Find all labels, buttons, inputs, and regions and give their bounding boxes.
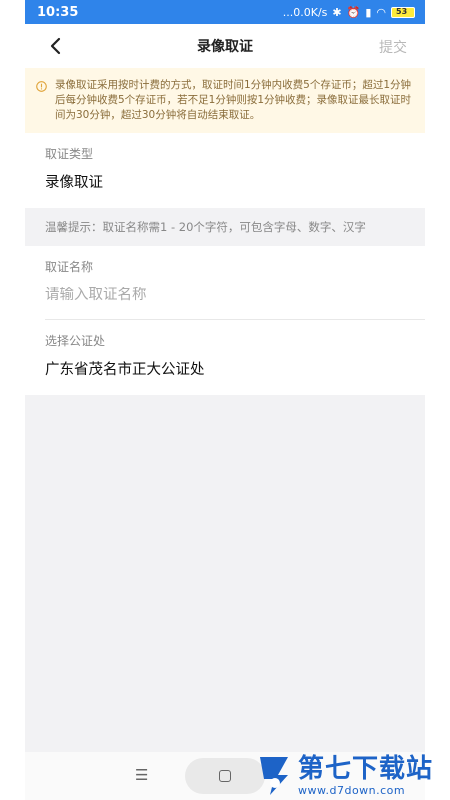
status-time: 10:35 xyxy=(37,4,79,20)
type-label: 取证类型 xyxy=(45,147,94,161)
notary-field[interactable]: 选择公证处 广东省茂名市正大公证处 xyxy=(25,320,425,395)
watermark-text: 第七下载站 www.d7down.com xyxy=(298,756,433,796)
name-field: 取证名称 xyxy=(25,246,425,319)
battery-level: 53 xyxy=(396,6,408,16)
status-icons: ...0.0K/s ✱ ⏰ ▮ ◠ 53 xyxy=(283,6,415,19)
network-speed: ...0.0K/s xyxy=(282,5,328,19)
name-tip: 温馨提示：取证名称需1 - 20个字符，可包含字母、数字、汉字 xyxy=(45,220,366,234)
home-icon xyxy=(219,770,231,782)
signal-icon: ▮ xyxy=(365,5,372,19)
alarm-icon: ⏰ xyxy=(346,5,361,19)
type-section: 取证类型 录像取证 xyxy=(25,133,425,208)
notary-label: 选择公证处 xyxy=(45,334,106,348)
wifi-icon: ◠ xyxy=(376,5,386,19)
chevron-left-icon xyxy=(50,37,61,55)
name-input[interactable] xyxy=(45,287,405,303)
type-value: 录像取证 xyxy=(45,175,103,191)
info-icon xyxy=(36,81,47,92)
notice-text: 录像取证采用按时计费的方式，取证时间1分钟内收费5个存证币；超过1分钟后每分钟收… xyxy=(55,79,412,121)
watermark-url: www.d7down.com xyxy=(298,784,406,797)
app-container: 录像取证 提交 录像取证采用按时计费的方式，取证时间1分钟内收费5个存证币；超过… xyxy=(25,24,425,752)
page-title: 录像取证 xyxy=(197,39,253,55)
details-section: 取证名称 选择公证处 广东省茂名市正大公证处 xyxy=(25,246,425,395)
name-label: 取证名称 xyxy=(45,260,94,274)
watermark: 第七下载站 www.d7down.com xyxy=(258,752,448,800)
submit-button[interactable]: 提交 xyxy=(379,37,407,57)
screen: 10:35 ...0.0K/s ✱ ⏰ ▮ ◠ 53 录像取证 提交 录像取证采… xyxy=(0,0,450,800)
battery-icon: 53 xyxy=(391,6,415,18)
watermark-logo-icon xyxy=(260,757,288,795)
status-bar: 10:35 ...0.0K/s ✱ ⏰ ▮ ◠ 53 xyxy=(25,0,425,24)
nav-bar: 录像取证 提交 xyxy=(25,24,425,68)
notice-banner: 录像取证采用按时计费的方式，取证时间1分钟内收费5个存证币；超过1分钟后每分钟收… xyxy=(25,68,425,133)
type-field: 取证类型 录像取证 xyxy=(25,133,425,208)
menu-icon[interactable]: ☰ xyxy=(135,766,148,784)
back-button[interactable] xyxy=(43,34,67,58)
watermark-title: 第七下载站 xyxy=(298,754,434,784)
home-button[interactable] xyxy=(185,758,265,794)
notary-value: 广东省茂名市正大公证处 xyxy=(45,362,205,378)
bluetooth-icon: ✱ xyxy=(332,5,342,19)
